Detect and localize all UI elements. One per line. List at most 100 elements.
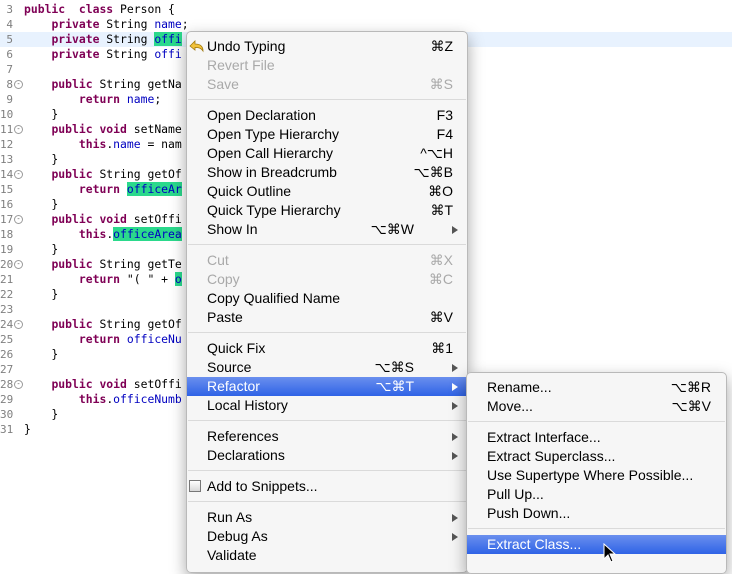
menu-item-shortcut: ⌥⌘S [374,359,414,375]
fold-toggle-icon[interactable]: - [14,215,23,224]
code-token: private [51,17,100,31]
menu-item-paste[interactable]: Paste ⌘V [187,308,467,327]
menu-item-add-to-snippets[interactable]: Add to Snippets... [187,477,467,496]
fold-toggle-icon[interactable]: - [14,380,23,389]
menu-item-cut[interactable]: Cut ⌘X [187,251,467,270]
menu-item-declarations[interactable]: Declarations [187,446,467,465]
menu-item-save[interactable]: Save ⌘S [187,75,467,94]
fold-toggle-icon[interactable]: - [14,260,23,269]
menu-item-label: Extract Superclass... [487,448,616,464]
code-token: "( " + [120,272,175,286]
code-text: } [24,197,58,212]
menu-item-quick-fix[interactable]: Quick Fix ⌘1 [187,339,467,358]
line-number: 12 [0,138,14,151]
menu-item-label: Open Call Hierarchy [207,145,334,161]
line-number: 24 [0,318,14,331]
fold-toggle-icon[interactable]: - [14,125,23,134]
menu-item-extract-class[interactable]: Extract Class... [467,535,726,554]
menu-item-shortcut: ⌘V [429,309,453,325]
menu-item-open-type-hierarchy[interactable]: Open Type Hierarchy F4 [187,125,467,144]
menu-item-open-declaration[interactable]: Open Declaration F3 [187,106,467,125]
code-token: name [126,92,155,106]
menu-item-show-in[interactable]: Show In ⌥⌘W [187,220,467,239]
code-token: public [51,212,93,226]
menu-item-move[interactable]: Move... ⌥⌘V [467,397,726,416]
menu-item-revert-file[interactable]: Revert File [187,56,467,75]
menu-item-label: Pull Up... [487,486,544,502]
menu-item-show-in-breadcrumb[interactable]: Show in Breadcrumb ⌥⌘B [187,163,467,182]
code-text: public void setOffi [24,212,182,227]
code-token: public [51,317,93,331]
menu-item-quick-type-hierarchy[interactable]: Quick Type Hierarchy ⌘T [187,201,467,220]
code-token: setOffi [126,212,182,226]
menu-item-refactor[interactable]: Refactor ⌥⌘T [187,377,467,396]
menu-item-references[interactable]: References [187,427,467,446]
menu-item-copy-qualified-name[interactable]: Copy Qualified Name [187,289,467,308]
fold-toggle-icon[interactable]: - [14,80,23,89]
menu-item-shortcut: ⌥⌘W [370,221,414,237]
code-text: } [24,347,58,362]
menu-item-label: Extract Interface... [487,429,601,445]
code-text: return name; [24,92,161,107]
code-token: } [24,197,59,211]
mouse-cursor-icon [603,543,617,563]
context-menu: Undo Typing ⌘Z Revert File Save ⌘S Open Decla… [186,31,468,573]
menu-item-debug-as[interactable]: Debug As [187,527,467,546]
line-number: 30 [0,408,14,421]
submenu-arrow-icon [452,433,458,441]
code-token: ; [154,92,162,106]
code-line[interactable]: 4 private String name; [0,17,732,32]
code-token: private [51,47,100,61]
code-token: = nam [140,137,182,151]
menu-item-push-down[interactable]: Push Down... [467,504,726,523]
refactor-submenu: Rename... ⌥⌘R Move... ⌥⌘V Extract Interface.… [466,372,727,574]
line-number: 27 [0,363,14,376]
undo-icon [189,40,204,53]
menu-item-undo-typing[interactable]: Undo Typing ⌘Z [187,37,467,56]
line-number: 21 [0,273,14,286]
menu-item-extract-superclass[interactable]: Extract Superclass... [467,447,726,466]
menu-item-shortcut: ⌘S [429,76,453,92]
menu-item-shortcut: ⌥⌘T [375,378,414,394]
menu-item-label: Debug As [207,528,268,544]
code-text: public String getNa [24,77,181,92]
menu-item-copy[interactable]: Copy ⌘C [187,270,467,289]
menu-item-pull-up[interactable]: Pull Up... [467,485,726,504]
line-number: 20 [0,258,14,271]
code-line[interactable]: 3 public class Person { [0,2,732,17]
fold-toggle-icon[interactable]: - [14,170,23,179]
menu-item-source[interactable]: Source ⌥⌘S [187,358,467,377]
code-token: public [51,122,93,136]
menu-item-open-call-hierarchy[interactable]: Open Call Hierarchy ^⌥H [187,144,467,163]
fold-toggle-icon[interactable]: - [14,320,23,329]
menu-item-rename[interactable]: Rename... ⌥⌘R [467,378,726,397]
code-token: void [99,122,127,136]
code-text: } [24,422,31,437]
menu-item-validate[interactable]: Validate [187,546,467,565]
code-token: public [51,257,93,271]
menu-separator [468,528,725,529]
menu-item-local-history[interactable]: Local History [187,396,467,415]
line-number: 23 [0,303,14,316]
code-token: officeNu [126,332,182,346]
code-text: return officeNu [24,332,182,347]
menu-item-shortcut: F3 [436,107,453,123]
menu-item-quick-outline[interactable]: Quick Outline ⌘O [187,182,467,201]
menu-item-run-as[interactable]: Run As [187,508,467,527]
code-token: o [174,272,182,286]
menu-separator [188,420,466,421]
line-number: 25 [0,333,14,346]
code-text: return officeAr [24,182,182,197]
menu-item-use-supertype-where-possible[interactable]: Use Supertype Where Possible... [467,466,726,485]
menu-item-shortcut: ^⌥H [420,145,453,161]
code-text: public String getOf [24,167,181,182]
line-number: 13 [0,153,14,166]
code-token: return [78,92,121,106]
menu-item-extract-interface[interactable]: Extract Interface... [467,428,726,447]
